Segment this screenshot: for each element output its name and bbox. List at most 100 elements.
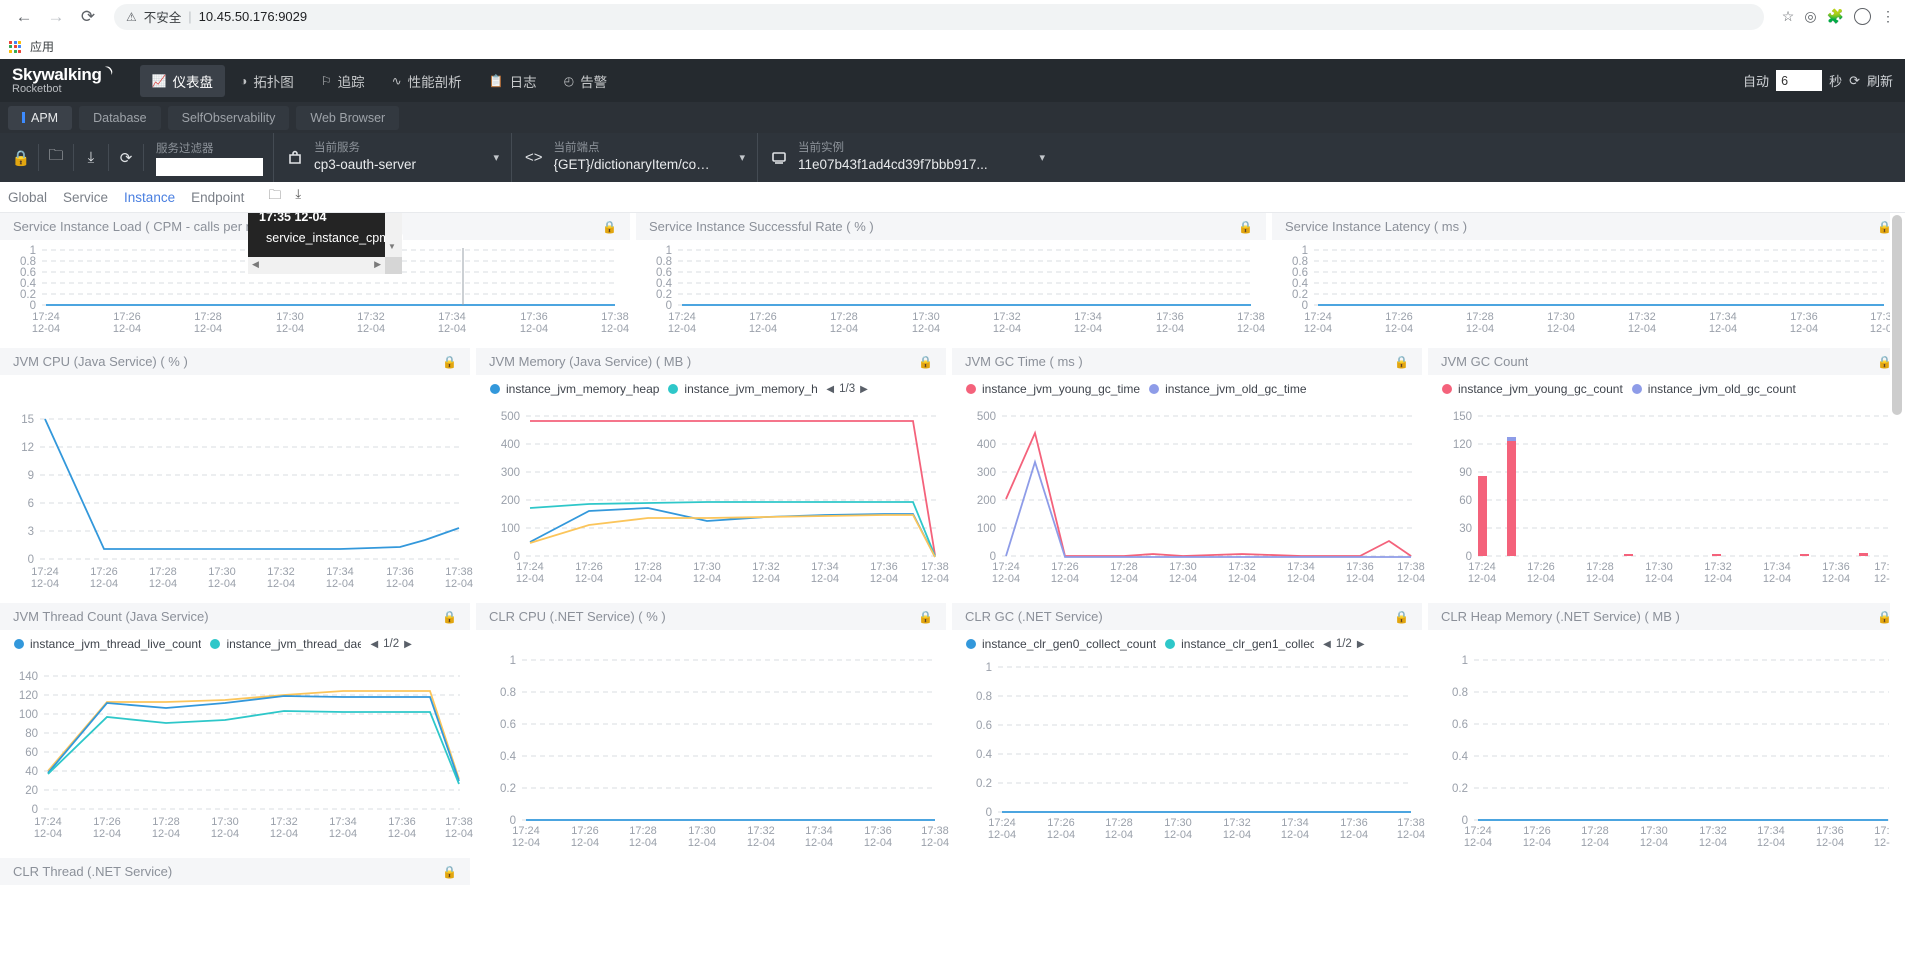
nav-item-alarm[interactable]: ◴ 告警 bbox=[552, 65, 619, 97]
nav-item-topology[interactable]: ◑ 拓扑图 bbox=[228, 65, 306, 97]
address-bar[interactable]: ⚠ 不安全 | 10.45.50.176:9029 bbox=[114, 3, 1764, 30]
tab-web-browser[interactable]: Web Browser bbox=[296, 105, 400, 130]
lock-icon[interactable]: 🔒 bbox=[4, 133, 38, 182]
subtab-global[interactable]: Global bbox=[8, 190, 47, 205]
folder-icon[interactable]: 🗀 bbox=[268, 186, 281, 208]
panel-clr-thread: CLR Thread (.NET Service) 🔒 bbox=[0, 858, 476, 893]
lock-icon[interactable]: 🔒 bbox=[442, 610, 457, 624]
chart-tooltip: 17:35 12-04 service_instance_cpm: 0 ▲ ▼ … bbox=[248, 213, 404, 274]
download-icon[interactable]: ⤓ bbox=[74, 133, 108, 182]
lock-icon[interactable]: 🔒 bbox=[442, 355, 457, 369]
folder-icon[interactable]: 🗀 bbox=[39, 133, 73, 182]
lock-icon[interactable]: 🔒 bbox=[442, 865, 457, 879]
extensions-puzzle-icon[interactable]: 🧩 bbox=[1827, 8, 1844, 25]
scroll-right-arrow[interactable]: ▶ bbox=[374, 258, 381, 272]
scroll-down-arrow[interactable]: ▼ bbox=[388, 241, 396, 253]
legend-item[interactable]: instance_jvm_memory_heap_ bbox=[668, 382, 817, 396]
scrollbar-thumb[interactable] bbox=[1892, 215, 1902, 415]
bookmark-star-icon[interactable]: ☆ bbox=[1782, 8, 1795, 25]
nav-item-profile[interactable]: ∿ 性能剖析 bbox=[380, 65, 474, 97]
service-filter-input[interactable] bbox=[156, 157, 263, 176]
tooltip-vertical-scrollbar[interactable]: ▲ ▼ bbox=[385, 213, 402, 257]
subtab-instance[interactable]: Instance bbox=[124, 190, 175, 205]
legend-next-arrow[interactable]: ▶ bbox=[1357, 639, 1365, 650]
current-instance-selector[interactable]: 当前实例 11e07b43f1ad4cd39f7bbb917... ▾ bbox=[757, 133, 1057, 182]
panel-title: CLR Thread (.NET Service) bbox=[13, 864, 173, 879]
legend-item[interactable]: instance_clr_gen0_collect_count bbox=[966, 637, 1156, 651]
tooltip-horizontal-scrollbar[interactable]: ◀ ▶ bbox=[248, 256, 385, 274]
reload-button[interactable]: ⟳ bbox=[74, 3, 102, 31]
chevron-down-icon[interactable]: ▾ bbox=[1025, 151, 1045, 164]
lock-icon[interactable]: 🔒 bbox=[602, 220, 617, 234]
service-filter: 服务过滤器 bbox=[148, 133, 273, 182]
instance-server-icon bbox=[771, 151, 787, 165]
lock-icon[interactable]: 🔒 bbox=[918, 610, 933, 624]
nav-item-trace[interactable]: ⚐ 追踪 bbox=[309, 65, 377, 97]
tab-apm[interactable]: APM bbox=[8, 105, 73, 130]
svg-text:12-04: 12-04 bbox=[921, 573, 949, 585]
apps-grid-icon[interactable] bbox=[9, 40, 21, 53]
legend-pager[interactable]: ◀ 1/2 ▶ bbox=[370, 638, 411, 650]
tab-selfobservability[interactable]: SelfObservability bbox=[167, 105, 290, 130]
auto-refresh-interval-input[interactable] bbox=[1776, 70, 1823, 91]
current-instance-label: 当前实例 bbox=[798, 141, 844, 154]
legend-pager[interactable]: ◀ 1/2 ▶ bbox=[1323, 638, 1364, 650]
legend-prev-arrow[interactable]: ◀ bbox=[1323, 639, 1331, 650]
legend-prev-arrow[interactable]: ◀ bbox=[370, 639, 378, 650]
current-service-selector[interactable]: 当前服务 cp3-oauth-server ▾ bbox=[273, 133, 511, 182]
svg-text:17:34: 17:34 bbox=[329, 816, 357, 828]
legend-item[interactable]: instance_jvm_young_gc_count bbox=[1442, 382, 1623, 396]
lock-icon[interactable]: 🔒 bbox=[1238, 220, 1253, 234]
chevron-down-icon[interactable]: ▾ bbox=[479, 151, 499, 164]
back-button[interactable]: ← bbox=[10, 3, 38, 31]
svg-text:17:24: 17:24 bbox=[1464, 825, 1492, 837]
chevron-down-icon[interactable]: ▾ bbox=[725, 151, 745, 164]
nav-item-log[interactable]: 📋 日志 bbox=[477, 65, 549, 97]
refresh-icon[interactable]: ⟳ bbox=[1849, 73, 1860, 89]
legend-item[interactable]: instance_jvm_memory_heap bbox=[490, 382, 659, 396]
legend-prev-arrow[interactable]: ◀ bbox=[826, 384, 834, 395]
legend-next-arrow[interactable]: ▶ bbox=[860, 384, 868, 395]
lock-icon[interactable]: 🔒 bbox=[1394, 610, 1409, 624]
legend-item[interactable]: instance_jvm_thread_daem bbox=[210, 637, 361, 651]
nav-item-dashboard[interactable]: 📈 仪表盘 bbox=[139, 64, 226, 97]
subtab-service[interactable]: Service bbox=[63, 190, 108, 205]
svg-text:400: 400 bbox=[977, 439, 996, 451]
subtab-endpoint[interactable]: Endpoint bbox=[191, 190, 244, 205]
svg-text:12-04: 12-04 bbox=[386, 578, 414, 590]
tab-database[interactable]: Database bbox=[79, 105, 161, 130]
legend-jvm-gc-count: instance_jvm_young_gc_count instance_jvm… bbox=[1428, 375, 1905, 396]
legend-pager[interactable]: ◀ 1/3 ▶ bbox=[826, 383, 867, 395]
refresh-icon[interactable]: ⟳ bbox=[109, 133, 143, 182]
legend-label: instance_clr_gen0_collect_count bbox=[982, 637, 1157, 651]
profile-circle-icon[interactable]: ◎ bbox=[1804, 8, 1816, 25]
svg-text:17:24: 17:24 bbox=[512, 825, 540, 837]
browser-toolbar: ← → ⟳ ⚠ 不安全 | 10.45.50.176:9029 ☆ ◎ 🧩 ⋮ bbox=[0, 0, 1905, 34]
auto-refresh-label: 自动 bbox=[1743, 74, 1770, 89]
series-line-young-gc-time bbox=[1005, 430, 1412, 557]
svg-text:12-04: 12-04 bbox=[1699, 837, 1727, 849]
legend-item[interactable]: instance_jvm_old_gc_time bbox=[1149, 382, 1307, 396]
log-icon: 📋 bbox=[488, 73, 504, 88]
page-scrollbar[interactable] bbox=[1890, 213, 1905, 905]
legend-next-arrow[interactable]: ▶ bbox=[404, 639, 412, 650]
lock-icon[interactable]: 🔒 bbox=[918, 355, 933, 369]
refresh-button-label[interactable]: 刷新 bbox=[1867, 71, 1893, 90]
svg-text:17:26: 17:26 bbox=[1047, 817, 1075, 829]
chart-jvm-gc-time: 500 400 300 200 100 0 17:24 12-04 17:26 12-04… bbox=[952, 396, 1425, 588]
legend-item[interactable]: instance_clr_gen1_collect bbox=[1165, 637, 1314, 651]
scroll-up-arrow[interactable]: ▲ bbox=[388, 213, 396, 216]
svg-text:12-04: 12-04 bbox=[629, 837, 657, 849]
download-icon[interactable]: ⤓ bbox=[295, 186, 301, 208]
account-avatar-icon[interactable] bbox=[1854, 8, 1871, 25]
chrome-menu-icon[interactable]: ⋮ bbox=[1881, 8, 1895, 25]
svg-text:12-04: 12-04 bbox=[149, 578, 177, 590]
scroll-left-arrow[interactable]: ◀ bbox=[252, 258, 259, 272]
bookmark-apps-label[interactable]: 应用 bbox=[30, 38, 54, 55]
current-endpoint-selector[interactable]: <> 当前端点 {GET}/dictionaryItem/codes ▾ bbox=[511, 133, 757, 182]
forward-button[interactable]: → bbox=[42, 3, 70, 31]
lock-icon[interactable]: 🔒 bbox=[1394, 355, 1409, 369]
legend-item[interactable]: instance_jvm_old_gc_count bbox=[1631, 382, 1796, 396]
legend-item[interactable]: instance_jvm_young_gc_time bbox=[966, 382, 1140, 396]
legend-item[interactable]: instance_jvm_thread_live_count bbox=[14, 637, 201, 651]
